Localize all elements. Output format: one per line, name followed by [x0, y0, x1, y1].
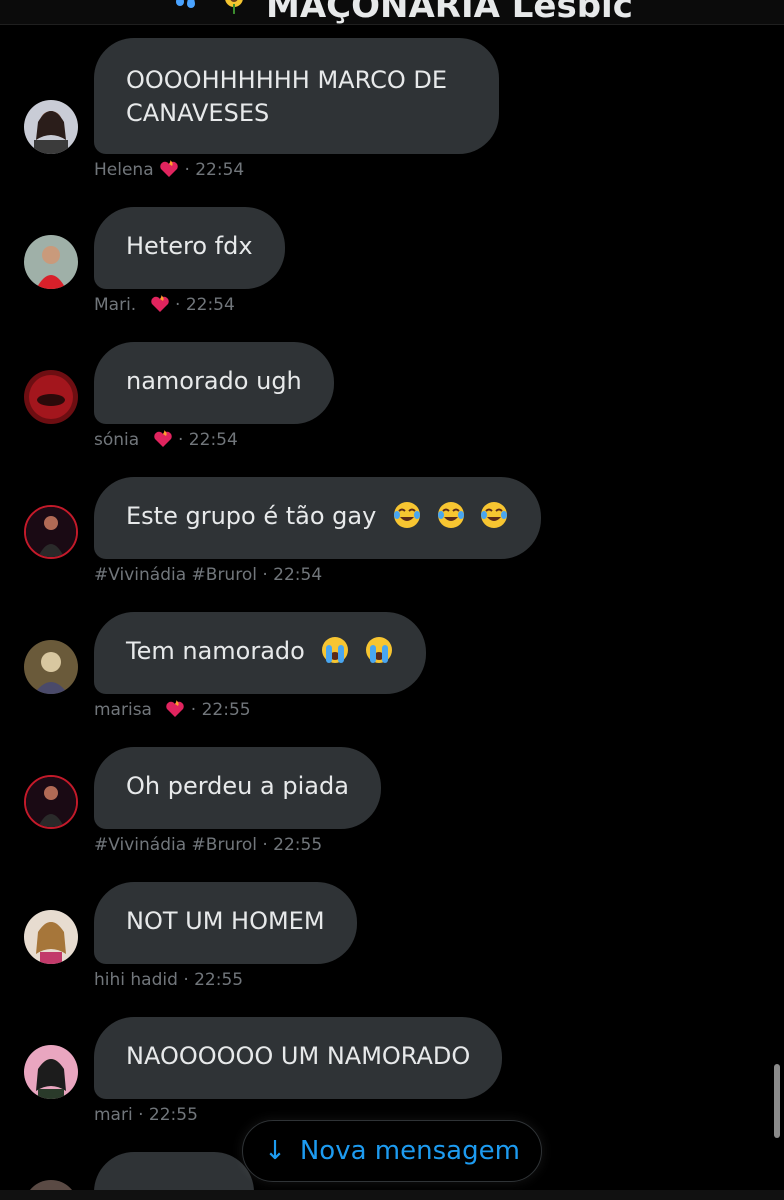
message-time: · 22:55: [262, 835, 323, 855]
tears-of-joy-emoji-icon: [393, 502, 420, 528]
sender-name: #Vivinádia #Brurol: [94, 835, 257, 855]
heart-on-fire-icon: [153, 430, 172, 447]
message-bubble[interactable]: namorado ugh: [94, 342, 334, 424]
message-meta: #Vivinádia #Brurol · 22:54: [94, 565, 322, 585]
scrollbar-thumb[interactable]: [774, 1064, 780, 1138]
message-time: · 22:54: [175, 295, 235, 315]
sender-name: hihi hadid: [94, 970, 178, 990]
heart-on-fire-icon: [166, 700, 185, 717]
message-bubble[interactable]: NAOOOOOO UM NAMORADO: [94, 1017, 503, 1099]
heart-on-fire-icon: [150, 295, 169, 312]
message-text: OOOOHHHHHH MARCO DE: [126, 66, 447, 94]
message-text: CANAVESES: [126, 99, 270, 127]
message-text: namorado ugh: [126, 367, 302, 395]
message-time: · 22:54: [184, 160, 245, 180]
message-meta: hihi hadid · 22:55: [94, 970, 243, 990]
message-meta: #Vivinádia #Brurol · 22:55: [94, 835, 322, 855]
avatar[interactable]: [24, 235, 78, 289]
new-message-button[interactable]: ↓ Nova mensagem: [242, 1120, 542, 1182]
heart-on-fire-icon: [160, 160, 178, 177]
sender-name: Mari.: [94, 295, 137, 315]
message-text: NAOOOOOO UM NAMORADO: [126, 1042, 471, 1070]
sender-name: mari: [94, 1105, 133, 1125]
message-bubble[interactable]: Oh perdeu a piada: [94, 747, 381, 829]
message-text: Este grupo é tão gay: [126, 502, 377, 530]
tears-of-joy-emoji-icon: [481, 502, 508, 528]
arrow-down-icon: ↓: [264, 1136, 286, 1166]
message-text: Tem namorado: [126, 637, 305, 665]
message-time: · 22:55: [183, 970, 244, 990]
sender-name: marisa: [94, 700, 152, 720]
message-bubble[interactable]: Hetero fdx: [94, 207, 285, 289]
avatar[interactable]: [24, 1045, 78, 1099]
message-time: · 22:55: [190, 700, 251, 720]
message-time: · 22:54: [262, 565, 323, 585]
dm-conversation-screen: MAÇONARIA Lésbic OOOOHHHHHH MARCO DE CAN…: [0, 0, 784, 1200]
message-text: Oh perdeu a piada: [126, 772, 349, 800]
message-meta: mari · 22:55: [94, 1105, 198, 1125]
message-meta: Helena · 22:54: [94, 160, 244, 180]
avatar[interactable]: [24, 910, 78, 964]
tears-of-joy-emoji-icon: [437, 502, 464, 528]
message-bubble[interactable]: NOT UM HOMEM: [94, 882, 357, 964]
conversation-title: MAÇONARIA Lésbic: [266, 0, 633, 26]
avatar[interactable]: [24, 100, 78, 154]
loudly-crying-emoji-icon: [366, 637, 393, 663]
message-time: · 22:54: [178, 430, 238, 450]
message-text: NOT UM HOMEM: [126, 907, 325, 935]
message-meta: marisa · 22:55: [94, 700, 251, 720]
message-meta: sónia · 22:54: [94, 430, 238, 450]
message-bubble[interactable]: OOOOHHHHHH MARCO DE CANAVESES: [94, 38, 499, 154]
message-bubble[interactable]: Este grupo é tão gay: [94, 477, 542, 559]
avatar[interactable]: [24, 640, 78, 694]
message-bubble[interactable]: Tem namorado: [94, 612, 427, 694]
conversation-header[interactable]: MAÇONARIA Lésbic: [0, 0, 784, 26]
sunflower-emoji-icon: [225, 0, 243, 14]
sender-name: Helena: [94, 160, 154, 180]
drops-emoji-icon: [176, 0, 195, 8]
new-message-label: Nova mensagem: [299, 1136, 520, 1166]
sender-name: #Vivinádia #Brurol: [94, 565, 257, 585]
message-time: · 22:55: [138, 1105, 198, 1125]
message-text: Hetero fdx: [126, 232, 253, 260]
sender-name: sónia: [94, 430, 140, 450]
avatar[interactable]: [24, 370, 78, 424]
message-meta: Mari. · 22:54: [94, 295, 235, 315]
avatar[interactable]: [24, 775, 78, 829]
loudly-crying-emoji-icon: [322, 637, 349, 663]
bottom-edge: [0, 1190, 784, 1200]
avatar[interactable]: [24, 505, 78, 559]
